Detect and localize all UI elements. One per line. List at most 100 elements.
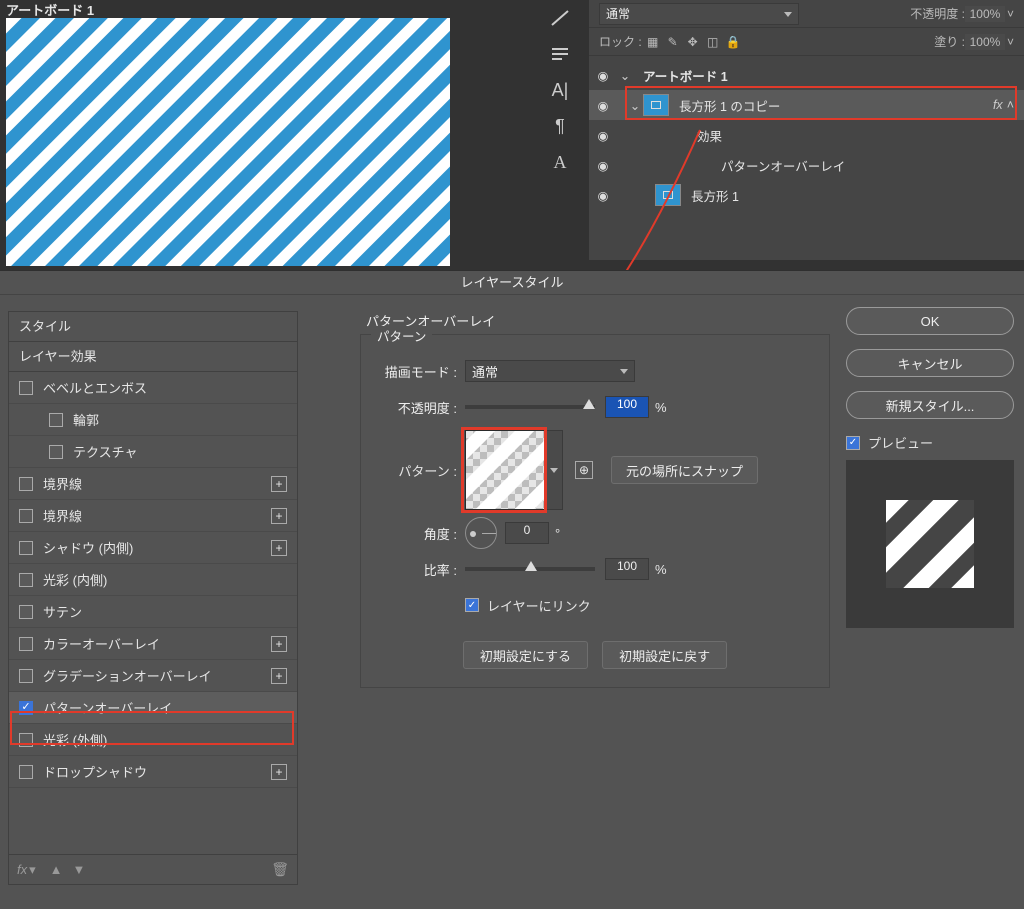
visibility-icon[interactable]: ◉ <box>589 98 617 113</box>
style-contour[interactable]: 輪郭 <box>9 404 297 436</box>
style-inner-shadow[interactable]: シャドウ (内側)+ <box>9 532 297 564</box>
slider-knob[interactable] <box>525 561 537 571</box>
visibility-icon[interactable]: ◉ <box>589 68 617 83</box>
opacity-value[interactable]: 100% <box>965 6 1005 22</box>
styles-footer: fx ▾ ▲ ▼ 🗑 <box>9 854 297 884</box>
style-satin[interactable]: サテン <box>9 596 297 628</box>
layer-pattern-overlay[interactable]: ◉ パターンオーバーレイ <box>589 150 1024 180</box>
scale-slider[interactable] <box>465 567 595 571</box>
snap-button[interactable]: 元の場所にスナップ <box>611 456 758 484</box>
fx-badge[interactable]: fx <box>993 98 1003 112</box>
add-instance-icon[interactable]: + <box>271 764 287 780</box>
checkbox[interactable] <box>49 445 63 459</box>
paragraph-icon[interactable]: ¶ <box>540 108 580 144</box>
add-instance-icon[interactable]: + <box>271 540 287 556</box>
blend-mode-dropdown[interactable]: 通常 <box>465 360 635 382</box>
visibility-icon[interactable]: ◉ <box>589 128 617 143</box>
style-pattern-overlay[interactable]: パターンオーバーレイ <box>9 692 297 724</box>
layers-panel: 通常 不透明度 : 100% ˅ ロック : ▦ ✎ ✥ ◫ 🔒 塗り : 10… <box>589 0 1024 260</box>
style-stroke-1[interactable]: 境界線+ <box>9 468 297 500</box>
chevron-down-icon[interactable]: ⌄ <box>627 98 643 113</box>
new-preset-icon[interactable]: ⊕ <box>575 461 593 479</box>
move-down-icon[interactable]: ▼ <box>73 862 86 877</box>
style-outer-glow[interactable]: 光彩 (外側) <box>9 724 297 756</box>
line-icon[interactable] <box>540 0 580 36</box>
lock-brush-icon[interactable]: ✎ <box>666 35 680 49</box>
style-stroke-2[interactable]: 境界線+ <box>9 500 297 532</box>
layer-rect1[interactable]: ◉ 長方形 1 <box>589 180 1024 210</box>
style-color-overlay[interactable]: カラーオーバーレイ+ <box>9 628 297 660</box>
chevron-down-icon[interactable]: ˅ <box>1007 35 1014 49</box>
trash-icon[interactable]: 🗑 <box>271 861 289 878</box>
style-inner-glow[interactable]: 光彩 (内側) <box>9 564 297 596</box>
chevron-down-icon[interactable]: ˅ <box>1007 7 1014 21</box>
blend-label: 描画モード : <box>373 362 457 381</box>
new-style-button[interactable]: 新規スタイル... <box>846 391 1014 419</box>
bars-icon[interactable] <box>540 36 580 72</box>
checkbox[interactable] <box>19 477 33 491</box>
style-texture[interactable]: テクスチャ <box>9 436 297 468</box>
lock-icons: ▦ ✎ ✥ ◫ 🔒 <box>646 35 740 49</box>
checkbox[interactable] <box>19 573 33 587</box>
style-bevel[interactable]: ベベルとエンボス <box>9 372 297 404</box>
angle-dial[interactable] <box>465 517 497 549</box>
link-checkbox[interactable] <box>465 598 479 612</box>
checkbox[interactable] <box>19 733 33 747</box>
layer-name: 長方形 1 <box>691 186 1024 205</box>
style-drop-shadow[interactable]: ドロップシャドウ+ <box>9 756 297 788</box>
make-default-button[interactable]: 初期設定にする <box>463 641 588 669</box>
add-instance-icon[interactable]: + <box>271 668 287 684</box>
preview-box <box>846 460 1014 628</box>
blend-value: 通常 <box>472 362 498 381</box>
slider-knob[interactable] <box>583 399 595 409</box>
checkbox[interactable] <box>19 765 33 779</box>
pattern-swatch[interactable] <box>465 430 545 510</box>
checkbox-checked[interactable] <box>19 701 33 715</box>
layer-rect-copy[interactable]: ◉ ⌄ 長方形 1 のコピー fx ˄ <box>589 90 1024 120</box>
char-a-icon[interactable]: A| <box>540 72 580 108</box>
fill-value[interactable]: 100% <box>965 34 1005 50</box>
lock-all-icon[interactable]: 🔒 <box>726 35 740 49</box>
collapse-fx-icon[interactable]: ˄ <box>1007 98 1014 112</box>
cancel-button[interactable]: キャンセル <box>846 349 1014 377</box>
checkbox[interactable] <box>19 509 33 523</box>
chevron-down-icon[interactable]: ⌄ <box>617 68 633 83</box>
lock-position-icon[interactable]: ✥ <box>686 35 700 49</box>
add-instance-icon[interactable]: + <box>271 476 287 492</box>
checkbox[interactable] <box>19 669 33 683</box>
checkbox[interactable] <box>19 637 33 651</box>
lock-pixels-icon[interactable]: ▦ <box>646 35 660 49</box>
blend-mode-select[interactable]: 通常 <box>599 3 799 25</box>
add-instance-icon[interactable]: + <box>271 636 287 652</box>
move-up-icon[interactable]: ▲ <box>50 862 63 877</box>
styles-header[interactable]: スタイル <box>9 312 297 342</box>
scale-input[interactable]: 100 <box>605 558 649 580</box>
fill-label: 塗り <box>934 33 958 50</box>
canvas-artboard[interactable] <box>6 18 450 266</box>
preview-checkbox[interactable] <box>846 436 860 450</box>
checkbox[interactable] <box>19 381 33 395</box>
opacity-slider[interactable] <box>465 405 595 409</box>
angle-input[interactable]: 0 <box>505 522 549 544</box>
ok-button[interactable]: OK <box>846 307 1014 335</box>
fx-menu[interactable]: fx <box>17 862 27 877</box>
layer-effects-line[interactable]: ◉ 効果 <box>589 120 1024 150</box>
chevron-down-icon[interactable]: ▾ <box>29 862 36 878</box>
reset-default-button[interactable]: 初期設定に戻す <box>602 641 727 669</box>
checkbox[interactable] <box>49 413 63 427</box>
effects-header[interactable]: レイヤー効果 <box>9 342 297 372</box>
visibility-icon[interactable]: ◉ <box>589 158 617 173</box>
visibility-icon[interactable]: ◉ <box>589 188 617 203</box>
style-gradient-overlay[interactable]: グラデーションオーバーレイ+ <box>9 660 297 692</box>
angle-label: 角度 : <box>373 524 457 543</box>
checkbox[interactable] <box>19 605 33 619</box>
layer-artboard[interactable]: ◉ ⌄ アートボード 1 <box>589 60 1024 90</box>
layer-thumb <box>643 94 669 116</box>
all-caps-icon[interactable]: A <box>540 144 580 180</box>
layer-style-dialog: レイヤースタイル スタイル レイヤー効果 ベベルとエンボス 輪郭 テクスチャ 境… <box>0 270 1024 909</box>
opacity-input[interactable]: 100 <box>605 396 649 418</box>
pattern-dropdown[interactable] <box>545 430 563 510</box>
lock-artboard-icon[interactable]: ◫ <box>706 35 720 49</box>
add-instance-icon[interactable]: + <box>271 508 287 524</box>
checkbox[interactable] <box>19 541 33 555</box>
